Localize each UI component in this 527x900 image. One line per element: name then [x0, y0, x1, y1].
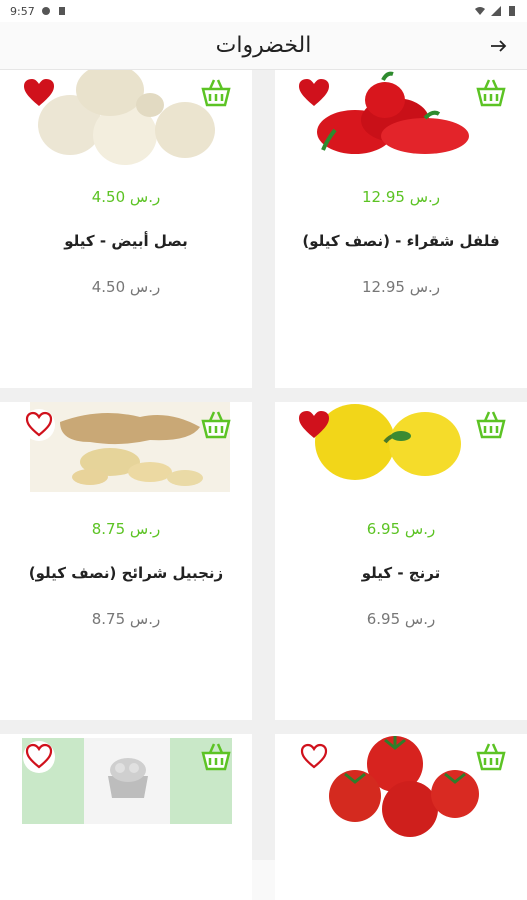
product-name: فلفل شقراء - (نصف كيلو) [302, 232, 500, 250]
status-time: 9:57 [10, 4, 35, 18]
favorite-heart-outline-icon[interactable] [22, 740, 56, 774]
product-card[interactable]: 6.95 ر.س ترنج - كيلو 6.95 ر.س [275, 402, 527, 720]
product-price: 12.95 ر.س [361, 188, 441, 206]
status-left: 9:57 [10, 5, 67, 18]
product-name: ترنج - كيلو [361, 564, 441, 582]
favorite-heart-icon[interactable] [22, 76, 56, 110]
product-price: 4.50 ر.س [91, 188, 161, 206]
product-price: 8.75 ر.س [91, 520, 161, 538]
product-grid: 12.95 ر.س فلفل شقراء - (نصف كيلو) 12.95 … [0, 70, 527, 900]
add-to-cart-basket-icon[interactable] [475, 410, 507, 442]
product-name: زنجبيل شرائح (نصف كيلو) [28, 564, 224, 582]
favorite-heart-outline-icon[interactable] [22, 408, 56, 442]
system-navigation-bar [0, 860, 527, 900]
status-bar: 9:57 [0, 0, 527, 22]
product-card[interactable]: 12.95 ر.س فلفل شقراء - (نصف كيلو) 12.95 … [275, 70, 527, 388]
status-right [475, 6, 517, 16]
favorite-heart-icon[interactable] [297, 408, 331, 442]
app-bar: الخضروات [0, 22, 527, 70]
favorite-heart-icon[interactable] [297, 76, 331, 110]
add-to-cart-basket-icon[interactable] [200, 410, 232, 442]
product-name: بصل أبيض - كيلو [64, 232, 188, 250]
sd-card-icon [58, 7, 65, 15]
add-to-cart-basket-icon[interactable] [475, 742, 507, 774]
product-old-price: 12.95 ر.س [361, 278, 441, 296]
back-button[interactable] [487, 34, 511, 58]
product-old-price: 6.95 ر.س [366, 610, 436, 628]
page-title: الخضروات [215, 33, 312, 58]
product-price: 6.95 ر.س [366, 520, 436, 538]
add-to-cart-basket-icon[interactable] [200, 78, 232, 110]
product-card[interactable]: 4.50 ر.س بصل أبيض - كيلو 4.50 ر.س [0, 70, 252, 388]
product-card[interactable]: 8.75 ر.س زنجبيل شرائح (نصف كيلو) 8.75 ر.… [0, 402, 252, 720]
product-old-price: 8.75 ر.س [91, 610, 161, 628]
favorite-heart-outline-icon[interactable] [297, 740, 331, 774]
wifi-icon [475, 7, 485, 15]
signal-icon [491, 6, 501, 16]
product-old-price: 4.50 ر.س [91, 278, 161, 296]
add-to-cart-basket-icon[interactable] [200, 742, 232, 774]
arrow-forward-icon [491, 40, 507, 52]
sync-icon [41, 7, 50, 15]
add-to-cart-basket-icon[interactable] [475, 78, 507, 110]
battery-icon [509, 6, 515, 16]
